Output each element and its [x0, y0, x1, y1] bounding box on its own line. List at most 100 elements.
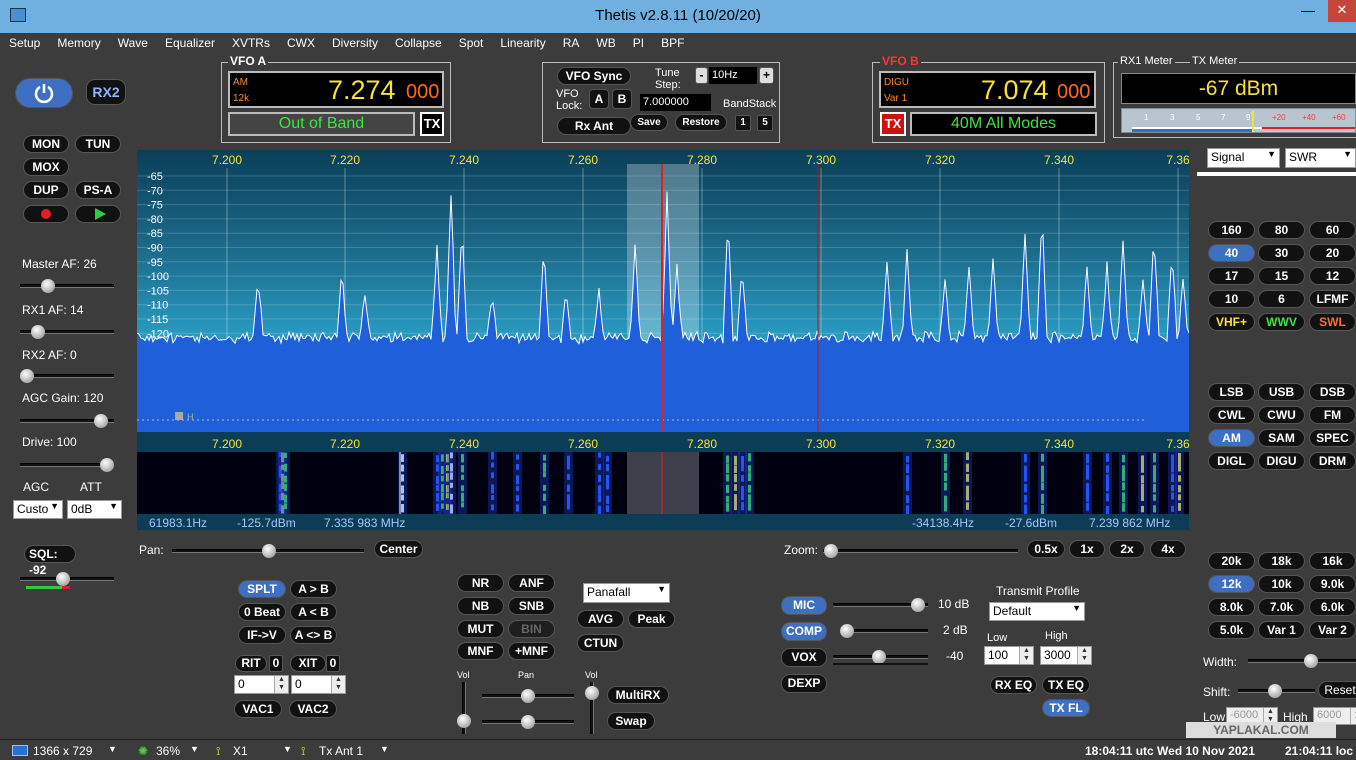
slider-knob[interactable] — [521, 715, 535, 729]
mnf-button[interactable]: MNF — [457, 642, 504, 660]
slider-knob[interactable] — [262, 544, 276, 558]
panafall-display[interactable]: 7.200 7.220 7.240 7.260 7.280 7.300 7.320 7.340… — [137, 150, 1189, 530]
slider-knob[interactable] — [840, 624, 854, 638]
menu-linearity[interactable]: Linearity — [491, 33, 553, 50]
menu-pi[interactable]: PI — [624, 33, 652, 50]
filter-16k-button[interactable]: 16k — [1309, 552, 1356, 570]
resolution-dropdown-icon[interactable]: ▼ — [108, 744, 117, 754]
x1-dropdown-icon[interactable]: ▼ — [283, 744, 292, 754]
b-to-a-button[interactable]: A < B — [290, 603, 337, 621]
filter-12k-button[interactable]: 12k — [1208, 575, 1255, 593]
xit-button[interactable]: XIT — [290, 655, 326, 672]
minimize-button[interactable]: — — [1288, 0, 1328, 22]
vac1-button[interactable]: VAC1 — [234, 700, 282, 718]
slider-knob[interactable] — [1304, 654, 1318, 668]
xit-input[interactable]: 0 ▲ ▼ — [291, 675, 346, 694]
menu-collapse[interactable]: Collapse — [386, 33, 450, 50]
filter-20k-button[interactable]: 20k — [1208, 552, 1255, 570]
band-60-button[interactable]: 60 — [1309, 221, 1356, 239]
spinner-icon[interactable]: ▲▼ — [1019, 647, 1033, 664]
filter-reset-button[interactable]: Reset — [1318, 681, 1356, 699]
vac2-button[interactable]: VAC2 — [289, 700, 337, 718]
slider-knob[interactable] — [56, 572, 70, 586]
center-button[interactable]: Center — [374, 540, 423, 558]
tx-eq-button[interactable]: TX EQ — [1042, 676, 1090, 694]
filter-width-slider[interactable] — [1248, 654, 1356, 668]
slider-knob[interactable] — [824, 544, 838, 558]
menu-spot[interactable]: Spot — [450, 33, 492, 50]
mic-gain-slider[interactable] — [833, 598, 928, 612]
rit-input[interactable]: 0 ▲ ▼ — [234, 675, 289, 694]
mode-dsb-button[interactable]: DSB — [1309, 383, 1356, 401]
restore-button[interactable]: Restore — [675, 114, 727, 131]
filter-90k-button[interactable]: 9.0k — [1309, 575, 1356, 593]
psa-button[interactable]: PS-A — [75, 181, 121, 199]
zoom-1x-button[interactable]: 1x — [1069, 540, 1105, 558]
snb-button[interactable]: SNB — [508, 597, 555, 615]
band-lfmf-button[interactable]: LFMF — [1309, 290, 1356, 308]
filter-50k-button[interactable]: 5.0k — [1208, 621, 1255, 639]
vox-slider[interactable] — [833, 650, 928, 664]
pan-slider[interactable] — [172, 544, 364, 558]
slider-knob[interactable] — [521, 689, 535, 703]
vfo-b-tx-button[interactable]: TX — [880, 112, 906, 136]
rx2-af-slider[interactable] — [20, 369, 114, 383]
filter-shift-slider[interactable] — [1238, 684, 1315, 698]
mute-button[interactable]: MUT — [457, 620, 504, 638]
mode-drm-button[interactable]: DRM — [1309, 452, 1356, 470]
spinner-icon[interactable]: ▲▼ — [1350, 708, 1356, 724]
menu-diversity[interactable]: Diversity — [323, 33, 386, 50]
vfo-a-display[interactable]: AM 12k 7.274 000 — [228, 71, 444, 108]
split-button[interactable]: SPLT — [238, 580, 286, 598]
spinner-icon[interactable]: ▲▼ — [1077, 647, 1091, 664]
dexp-button[interactable]: DEXP — [781, 674, 827, 693]
rit-button[interactable]: RIT — [235, 655, 267, 672]
rx2-button[interactable]: RX2 — [86, 79, 126, 105]
nb-button[interactable]: NB — [457, 597, 504, 615]
vfo-b-display[interactable]: DIGU Var 1 7.074 000 — [879, 71, 1096, 108]
vfo-lock-b-button[interactable]: B — [612, 89, 632, 109]
tx-antenna-dropdown-icon[interactable]: ▼ — [380, 744, 389, 754]
slider-knob[interactable] — [1268, 684, 1282, 698]
rx2-vol-slider[interactable] — [585, 682, 599, 734]
att-select[interactable]: 0dB ▼ — [67, 500, 122, 519]
tun-button[interactable]: TUN — [75, 135, 121, 153]
slider-knob[interactable] — [20, 369, 34, 383]
filter-80k-button[interactable]: 8.0k — [1208, 598, 1255, 616]
menu-cwx[interactable]: CWX — [278, 33, 323, 50]
multirx-button[interactable]: MultiRX — [607, 686, 669, 704]
rx-meter-select[interactable]: Signal ▼ — [1207, 148, 1280, 168]
tx-high-input[interactable]: 3000 ▲ ▼ — [1040, 646, 1092, 665]
slider-knob[interactable] — [457, 714, 471, 728]
if-to-v-button[interactable]: IF->V — [238, 626, 286, 644]
band-30-button[interactable]: 30 — [1258, 244, 1305, 262]
rx-eq-button[interactable]: RX EQ — [990, 676, 1037, 694]
mode-digl-button[interactable]: DIGL — [1208, 452, 1255, 470]
mode-cwl-button[interactable]: CWL — [1208, 406, 1255, 424]
ctun-button[interactable]: CTUN — [577, 634, 624, 652]
slider-knob[interactable] — [872, 650, 886, 664]
band-wwv-button[interactable]: WWV — [1258, 313, 1305, 331]
record-button[interactable] — [23, 205, 69, 223]
zoom-2x-button[interactable]: 2x — [1109, 540, 1145, 558]
zoom-4x-button[interactable]: 4x — [1150, 540, 1186, 558]
tx-filter-button[interactable]: TX FL — [1042, 699, 1090, 717]
plus-mnf-button[interactable]: +MNF — [508, 642, 555, 660]
mode-am-button[interactable]: AM — [1208, 429, 1255, 447]
lock-frequency-field[interactable]: 7.000000 — [640, 94, 711, 111]
filter-10k-button[interactable]: 10k — [1258, 575, 1305, 593]
save-button[interactable]: Save — [630, 114, 668, 131]
tune-step-increase-button[interactable]: + — [759, 67, 774, 84]
slider-knob[interactable] — [100, 458, 114, 472]
power-button[interactable] — [15, 78, 73, 108]
spinner-icon[interactable]: ▲▼ — [274, 676, 288, 693]
vfo-a-tx-button[interactable]: TX — [420, 112, 444, 136]
vfo-lock-a-button[interactable]: A — [589, 89, 609, 109]
mode-lsb-button[interactable]: LSB — [1208, 383, 1255, 401]
slider-knob[interactable] — [911, 598, 925, 612]
tune-step-decrease-button[interactable]: - — [695, 67, 708, 84]
dup-button[interactable]: DUP — [23, 181, 69, 199]
filter-18k-button[interactable]: 18k — [1258, 552, 1305, 570]
vox-button[interactable]: VOX — [781, 648, 827, 667]
zoom-slider[interactable] — [823, 544, 1018, 558]
